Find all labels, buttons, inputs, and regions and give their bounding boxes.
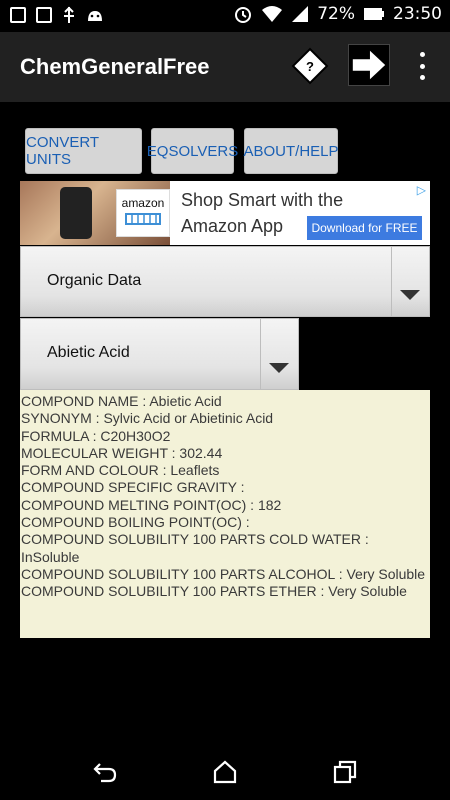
signal-icon xyxy=(292,6,309,22)
notification-icons xyxy=(10,6,104,24)
info-line: COMPOND NAME : Abietic Acid xyxy=(21,393,222,409)
ad-download-button[interactable]: Download for FREE xyxy=(307,216,422,240)
overflow-menu-button[interactable] xyxy=(412,52,432,80)
amazon-logo: amazon xyxy=(116,189,170,237)
navigation-bar xyxy=(0,742,450,800)
info-line: FORMULA : C20H30O2 xyxy=(21,427,171,444)
eqsolvers-button[interactable]: EQSOLVERS xyxy=(147,128,238,174)
battery-percent: 72% xyxy=(317,4,355,24)
info-line: FORM AND COLOUR : Leaflets xyxy=(21,462,220,479)
adchoices-icon[interactable]: ▷ xyxy=(417,183,426,197)
next-arrow-button[interactable] xyxy=(348,44,390,86)
caret-down-icon xyxy=(400,290,420,300)
caret-down-icon xyxy=(269,363,289,373)
usb-icon xyxy=(64,6,74,23)
info-line: COMPOUND SOLUBILITY 100 PARTS ALCOHOL : … xyxy=(21,565,426,582)
info-line: COMPOUND SPECIFIC GRAVITY : xyxy=(21,479,245,496)
help-icon: ? xyxy=(306,59,314,74)
status-bar: 72% 23:50 xyxy=(0,0,450,32)
info-line: SYNONYM : Sylvic Acid or Abietinic Acid xyxy=(21,410,274,427)
screen-icon xyxy=(10,7,26,23)
info-line: COMPOUND MELTING POINT(OC) : 182 xyxy=(21,496,282,513)
info-line: COMPOUND BOILING POINT(OC) : xyxy=(21,514,250,531)
category-select-value: Organic Data xyxy=(47,272,142,289)
category-select[interactable]: Organic Data xyxy=(20,246,430,317)
convert-units-button[interactable]: CONVERT UNITS xyxy=(25,128,142,174)
arrow-right-icon xyxy=(352,50,386,80)
phone-image xyxy=(60,187,92,239)
compound-dropdown-arrow[interactable] xyxy=(260,319,298,389)
info-line: COMPOUND SOLUBILITY 100 PARTS COLD WATER… xyxy=(21,531,369,565)
android-icon xyxy=(88,11,102,21)
info-line: MOLECULAR WEIGHT : 302.44 xyxy=(21,444,223,461)
more-vert-icon xyxy=(419,52,425,57)
ad-banner[interactable]: amazon Shop Smart with the Amazon App Do… xyxy=(20,181,430,245)
recents-icon[interactable] xyxy=(332,760,358,784)
compound-select-value: Abietic Acid xyxy=(47,344,130,361)
alarm-icon xyxy=(235,7,252,23)
code-icon xyxy=(36,7,52,23)
compound-info-panel: COMPOND NAME : Abietic Acid SYNONYM : Sy… xyxy=(20,390,430,638)
home-icon[interactable] xyxy=(212,760,238,784)
ad-image: amazon xyxy=(20,181,170,245)
clock: 23:50 xyxy=(393,4,442,24)
about-help-button[interactable]: ABOUT/HELP xyxy=(243,128,339,174)
battery-icon xyxy=(364,8,384,20)
info-line: COMPOUND SOLUBILITY 100 PARTS ETHER : Ve… xyxy=(21,583,407,600)
help-button[interactable]: ? xyxy=(290,46,330,86)
compound-select[interactable]: Abietic Acid xyxy=(20,318,299,390)
cart-icon xyxy=(125,213,161,225)
back-icon[interactable] xyxy=(92,760,118,784)
wifi-icon xyxy=(262,6,283,22)
category-dropdown-arrow[interactable] xyxy=(391,247,429,316)
app-title: ChemGeneralFree xyxy=(20,54,210,79)
system-icons: 72% 23:50 xyxy=(233,4,442,24)
